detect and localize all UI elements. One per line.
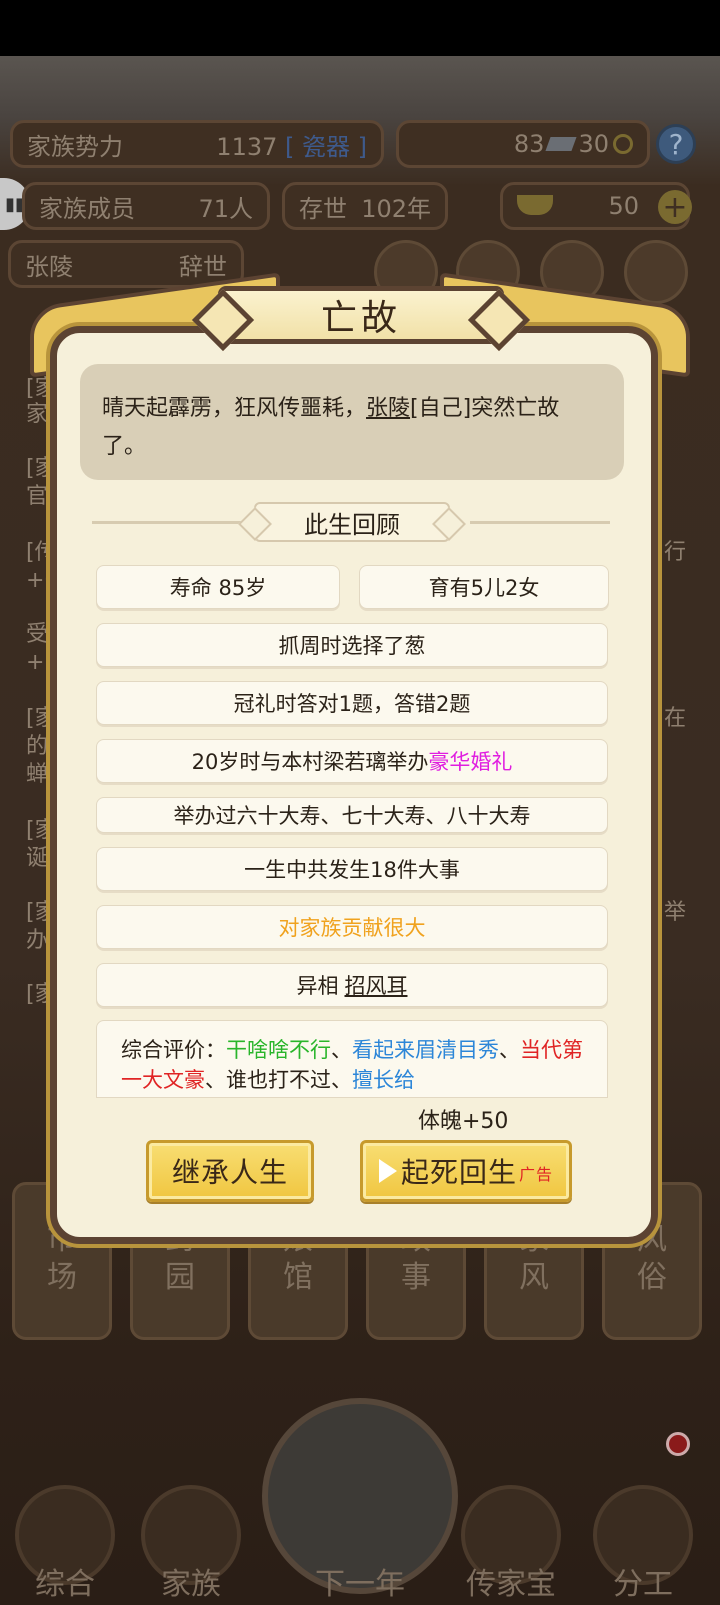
family-power-label: 家族势力 bbox=[27, 132, 123, 161]
evaluation-tag: 干啥啥不行 bbox=[226, 1038, 331, 1062]
log-line: 办 bbox=[26, 928, 49, 953]
family-power-value: 1137 bbox=[216, 132, 278, 161]
existence-value: 102年 bbox=[361, 194, 431, 223]
existence-label: 存世 bbox=[299, 194, 347, 223]
log-line: 的 bbox=[26, 734, 49, 759]
nav-division[interactable]: 分工 bbox=[578, 1485, 708, 1605]
log-line: 举 bbox=[664, 900, 687, 925]
inherit-life-button[interactable]: 继承人生 bbox=[146, 1140, 314, 1202]
wedding-highlight: 豪华婚礼 bbox=[428, 750, 513, 774]
evaluation-tag: 看起来眉清目秀 bbox=[352, 1038, 499, 1062]
family-members-bar: 家族成员 71人 bbox=[22, 182, 270, 230]
review-zhuazhou: 抓周时选择了葱 bbox=[96, 623, 608, 667]
family-members-label: 家族成员 bbox=[39, 194, 135, 223]
review-guanli: 冠礼时答对1题，答错2题 bbox=[96, 681, 608, 725]
review-children: 育有5儿2女 bbox=[359, 565, 609, 609]
log-line: 受 bbox=[26, 622, 49, 647]
nav-label: 分工 bbox=[613, 1567, 673, 1602]
person-name: 张陵 bbox=[25, 252, 73, 281]
nav-family[interactable]: 家族 bbox=[126, 1485, 256, 1605]
trait-value[interactable]: 招风耳 bbox=[345, 970, 408, 1000]
section-divider: 此生回顾 bbox=[92, 502, 610, 542]
revive-ad-button[interactable]: 起死回生 广告 bbox=[360, 1140, 572, 1202]
help-icon[interactable]: ? bbox=[656, 124, 696, 164]
section-title: 此生回顾 bbox=[254, 502, 450, 542]
evaluation-label: 综合评价： bbox=[121, 1038, 226, 1062]
evaluation-tag: 擅长给 bbox=[352, 1068, 415, 1092]
log-line: 家 bbox=[26, 402, 49, 427]
death-message: 晴天起霹雳，狂风传噩耗，张陵[自己]突然亡故了。 bbox=[80, 364, 624, 480]
review-wedding: 20岁时与本村梁若璃举办 豪华婚礼 bbox=[96, 739, 608, 783]
dialog-title: 亡故 bbox=[218, 286, 504, 344]
review-birthdays: 举办过六十大寿、七十大寿、八十大寿 bbox=[96, 797, 608, 833]
currency-bar: 83 30 bbox=[396, 120, 650, 168]
revive-reward: 体魄+50 bbox=[418, 1109, 509, 1134]
message-name[interactable]: 张陵 bbox=[366, 396, 410, 421]
currency-b-value: 30 bbox=[578, 130, 609, 158]
log-line: 官 bbox=[26, 484, 49, 509]
side-button-4[interactable] bbox=[624, 240, 688, 304]
log-line: 蝉 bbox=[26, 762, 49, 787]
log-line: 行 bbox=[664, 540, 687, 565]
notification-dot bbox=[666, 1432, 690, 1456]
log-line: 诞 bbox=[26, 846, 49, 871]
divider-line bbox=[92, 521, 242, 524]
wedding-text: 20岁时与本村梁若璃举办 bbox=[191, 750, 429, 774]
nav-label: 综合 bbox=[35, 1567, 95, 1602]
evaluation-sep: 、 bbox=[499, 1038, 520, 1062]
revive-label: 起死回生 bbox=[400, 1156, 517, 1189]
add-gold-icon[interactable]: + bbox=[658, 190, 692, 225]
currency-a-value: 83 bbox=[513, 130, 545, 158]
nav-label: 下一年 bbox=[315, 1567, 405, 1602]
evaluation-sep: 、 bbox=[331, 1038, 352, 1062]
family-power-rank: [ 瓷器 ] bbox=[285, 132, 367, 161]
person-status: 辞世 bbox=[179, 252, 227, 281]
review-lifespan: 寿命 85岁 bbox=[96, 565, 340, 609]
silver-icon bbox=[545, 137, 578, 151]
play-video-icon bbox=[378, 1159, 397, 1183]
family-power-bar[interactable]: 家族势力 1137 [ 瓷器 ] bbox=[10, 120, 384, 168]
existence-bar: 存世 102年 bbox=[282, 182, 448, 230]
nav-overview[interactable]: 综合 bbox=[0, 1485, 130, 1605]
person-status-bar: 张陵 辞世 bbox=[8, 240, 244, 288]
overall-evaluation[interactable]: 综合评价：干啥啥不行、看起来眉清目秀、当代第一大文豪、谁也打不过、擅长给 bbox=[96, 1020, 608, 1098]
status-bar bbox=[0, 0, 720, 56]
nav-heirloom[interactable]: 传家宝 bbox=[446, 1485, 576, 1605]
nav-label: 传家宝 bbox=[466, 1567, 556, 1602]
gold-value: 50 bbox=[608, 192, 639, 220]
inherit-label: 继承人生 bbox=[171, 1156, 288, 1189]
divider-line bbox=[470, 521, 610, 524]
message-prefix: 晴天起霹雳，狂风传噩耗， bbox=[102, 396, 367, 421]
nav-next-year[interactable]: 下一年 bbox=[290, 1485, 430, 1605]
coin-icon bbox=[613, 134, 633, 154]
trait-label: 异相 bbox=[296, 974, 339, 998]
review-events: 一生中共发生18件大事 bbox=[96, 847, 608, 891]
family-members-value: 71人 bbox=[198, 194, 253, 223]
review-trait: 异相 招风耳 bbox=[96, 963, 608, 1007]
gold-ingot-icon bbox=[517, 195, 553, 215]
review-contribution: 对家族贡献很大 bbox=[96, 905, 608, 949]
log-line: 在 bbox=[664, 706, 687, 731]
nav-label: 家族 bbox=[161, 1567, 221, 1602]
evaluation-sep: 、谁也打不过、 bbox=[205, 1068, 352, 1092]
ad-tag: 广告 bbox=[519, 1165, 554, 1184]
